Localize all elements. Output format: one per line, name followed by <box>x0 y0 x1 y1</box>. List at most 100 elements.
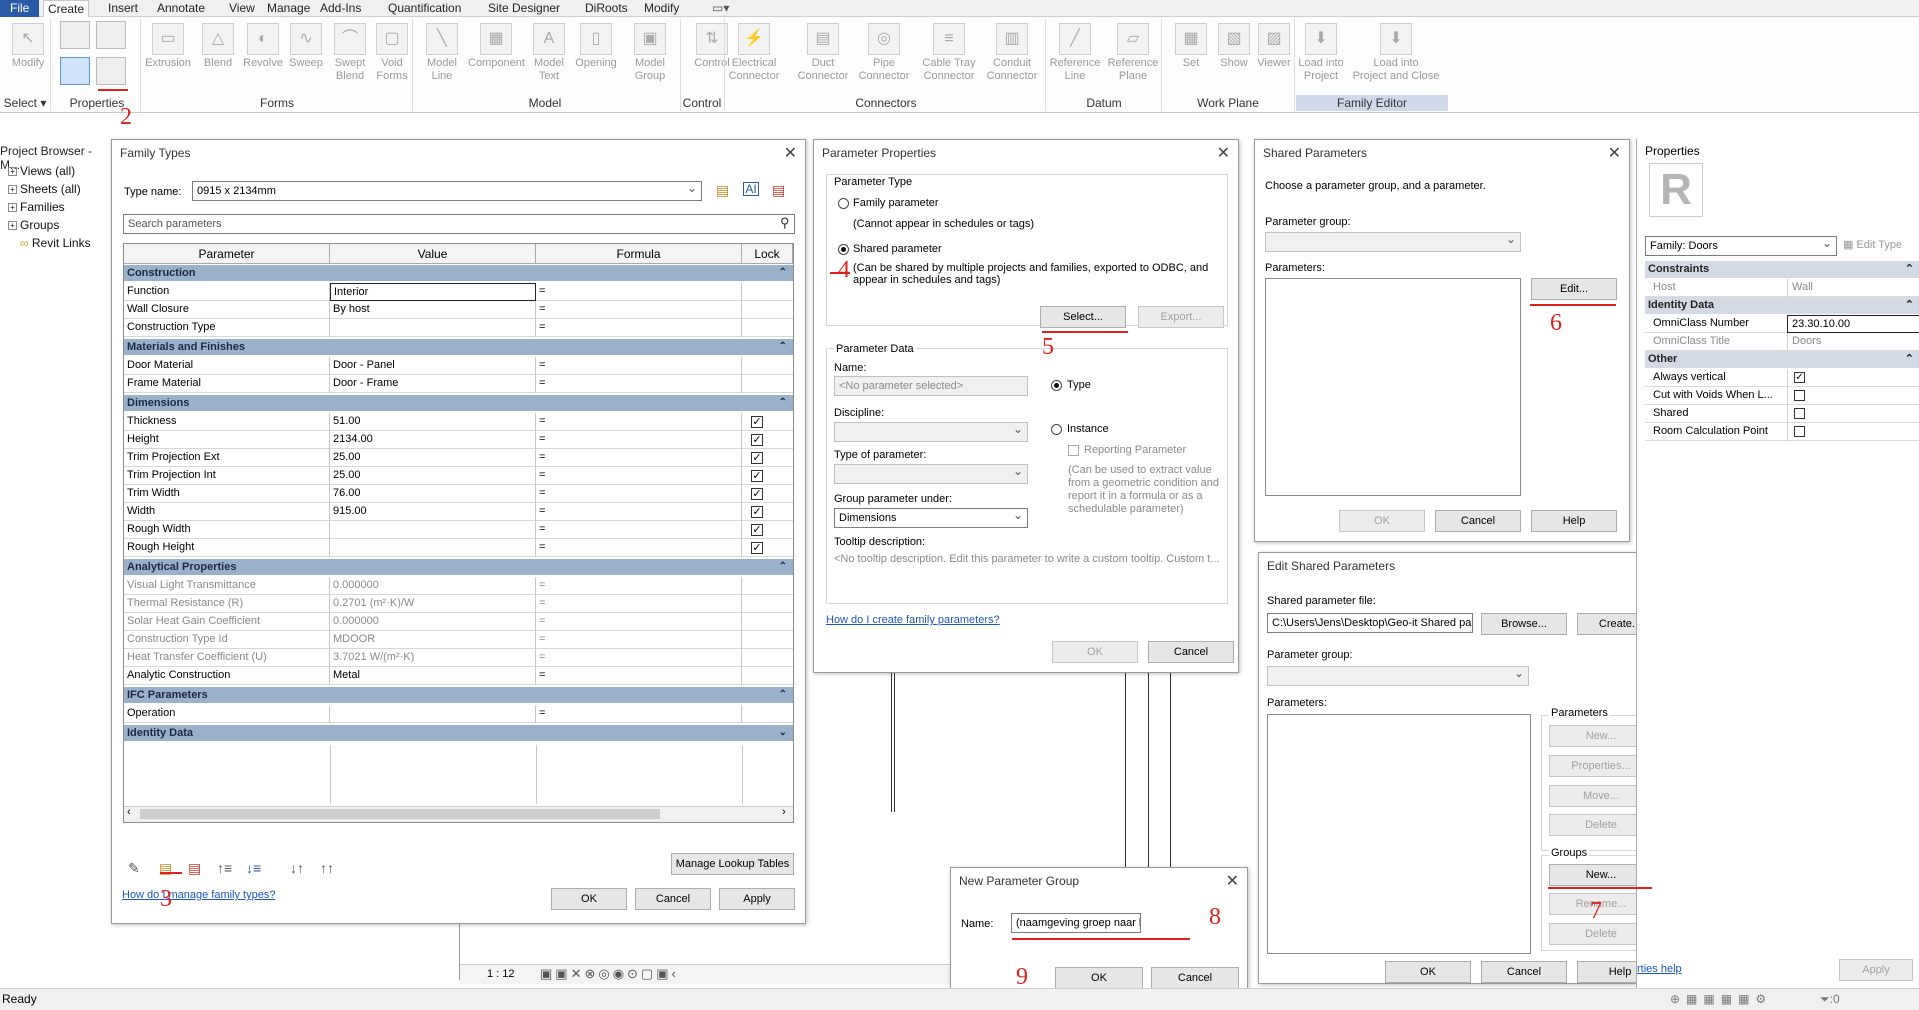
menu-tab-modify[interactable]: Modify <box>640 0 683 17</box>
lock-checkbox[interactable]: ✓ <box>751 470 763 482</box>
parameter-formula[interactable]: = <box>536 649 742 667</box>
section-header-dimensions[interactable]: Dimensions ⌃ <box>124 395 793 411</box>
quick-access-dropdown-icon[interactable]: ▭▾ <box>708 0 733 17</box>
collapse-icon[interactable]: ⌃ <box>1905 261 1914 277</box>
property-checkbox[interactable]: ✓ <box>1794 372 1805 383</box>
collapse-icon[interactable]: ⌃ <box>779 559 787 575</box>
family-type-selector[interactable]: Family: Doors <box>1645 236 1837 256</box>
parameter-value[interactable] <box>330 705 536 723</box>
tree-item-revit-links[interactable]: ∞ Revit Links <box>20 236 91 250</box>
parameter-name[interactable]: Heat Transfer Coefficient (U) <box>124 649 330 667</box>
cancel-button[interactable]: Cancel <box>635 888 711 910</box>
lock-checkbox[interactable]: ✓ <box>751 416 763 428</box>
move-down-icon[interactable]: ↓≡ <box>246 860 261 876</box>
delete-type-icon[interactable]: ▤ <box>772 182 785 199</box>
parameter-value[interactable]: 2134.00 <box>330 431 536 449</box>
parameter-name[interactable]: Wall Closure <box>124 301 330 319</box>
parameter-formula[interactable]: = <box>536 467 742 485</box>
properties-icon[interactable] <box>96 57 126 85</box>
sort-descending-icon[interactable]: ↑↑ <box>320 860 334 876</box>
edit-type-button[interactable]: ▦ Edit Type <box>1843 238 1902 251</box>
tree-item-sheets[interactable]: + Sheets (all) <box>8 182 81 196</box>
close-icon[interactable]: ✕ <box>1217 143 1230 163</box>
parameter-value[interactable] <box>330 319 536 337</box>
parameter-value[interactable]: 0.000000 <box>330 577 536 595</box>
move-up-icon[interactable]: ↑≡ <box>217 860 232 876</box>
apply-button[interactable]: Apply <box>719 888 795 910</box>
parameter-formula[interactable]: = <box>536 503 742 521</box>
menu-tab-quantification[interactable]: Quantification <box>384 0 465 17</box>
parameter-formula[interactable]: = <box>536 521 742 539</box>
parameter-name[interactable]: Analytic Construction <box>124 667 330 685</box>
lock-checkbox[interactable]: ✓ <box>751 434 763 446</box>
menu-tab-insert[interactable]: Insert <box>104 0 142 17</box>
parameter-value[interactable]: 3.7021 W/(m²·K) <box>330 649 536 667</box>
close-icon[interactable]: ✕ <box>784 143 797 163</box>
parameter-formula[interactable]: = <box>536 667 742 685</box>
parameter-name[interactable]: Width <box>124 503 330 521</box>
collapse-icon[interactable]: ⌃ <box>1905 351 1914 367</box>
parameter-name[interactable]: Thermal Resistance (R) <box>124 595 330 613</box>
menu-tab-annotate[interactable]: Annotate <box>153 0 209 17</box>
component-button[interactable]: ▦ Component <box>468 17 525 93</box>
expand-icon[interactable]: ⌄ <box>779 725 787 741</box>
cable-tray-connector-button[interactable]: ≡ Cable Tray Connector <box>921 17 977 93</box>
model-line-button[interactable]: ╲ Model Line <box>414 17 470 93</box>
parameter-value[interactable]: 76.00 <box>330 485 536 503</box>
scroll-right-icon[interactable]: › <box>782 806 786 818</box>
sort-ascending-icon[interactable]: ↓↑ <box>290 860 304 876</box>
ok-button[interactable]: OK <box>1339 510 1425 532</box>
extrusion-button[interactable]: ▭ Extrusion <box>140 17 196 93</box>
parameter-formula[interactable]: = <box>536 485 742 503</box>
parameters-list[interactable] <box>1267 714 1531 954</box>
select-button[interactable]: Select... <box>1040 306 1126 328</box>
create-family-parameters-help-link[interactable]: How do I create family parameters? <box>826 614 1000 626</box>
opening-button[interactable]: ▯ Opening <box>568 17 624 93</box>
parameter-name[interactable]: Rough Height <box>124 539 330 557</box>
lock-checkbox[interactable]: ✓ <box>751 488 763 500</box>
family-types-icon[interactable] <box>60 57 90 85</box>
menu-tab-site-designer[interactable]: Site Designer <box>484 0 564 17</box>
collapse-icon[interactable]: ⌃ <box>779 395 787 411</box>
property-section-other[interactable]: Other ⌃ <box>1645 351 1919 368</box>
collapse-icon[interactable]: ⌃ <box>779 339 787 355</box>
conduit-connector-button[interactable]: ▥ Conduit Connector <box>984 17 1040 93</box>
property-checkbox[interactable] <box>1794 426 1805 437</box>
group-under-select[interactable]: Dimensions <box>834 508 1028 528</box>
parameter-name[interactable]: Solar Heat Gain Coefficient <box>124 613 330 631</box>
parameter-name[interactable]: Construction Type <box>124 319 330 337</box>
ok-button[interactable]: OK <box>551 888 627 910</box>
manage-lookup-tables-button[interactable]: Manage Lookup Tables <box>671 853 794 875</box>
section-header-construction[interactable]: Construction ⌃ <box>124 265 793 281</box>
property-value[interactable]: Doors <box>1787 333 1919 351</box>
search-icon[interactable]: ⚲ <box>780 215 790 231</box>
load-into-project-and-close-button[interactable]: ⬇ Load into Project and Close <box>1346 17 1446 93</box>
shared-parameter-radio[interactable] <box>838 244 849 255</box>
parameter-name[interactable]: Door Material <box>124 357 330 375</box>
ok-button[interactable]: OK <box>1055 967 1143 989</box>
cancel-button[interactable]: Cancel <box>1148 641 1234 663</box>
edit-button[interactable]: Edit... <box>1531 278 1617 300</box>
parameter-group-select[interactable] <box>1267 666 1529 686</box>
parameter-formula[interactable]: = <box>536 283 742 301</box>
parameter-value[interactable]: 915.00 <box>330 503 536 521</box>
family-category-icon[interactable] <box>96 21 126 49</box>
browse-button[interactable]: Browse... <box>1481 613 1567 635</box>
tree-item-views[interactable]: + Views (all) <box>8 164 75 178</box>
parameter-formula[interactable]: = <box>536 595 742 613</box>
parameter-formula[interactable]: = <box>536 539 742 557</box>
parameter-name[interactable]: Thickness <box>124 413 330 431</box>
column-header-formula[interactable]: Formula <box>536 244 742 264</box>
parameter-formula[interactable]: = <box>536 631 742 649</box>
parameter-value[interactable]: MDOOR <box>330 631 536 649</box>
delete-parameter-icon[interactable]: ▤ <box>188 860 201 877</box>
parameter-formula[interactable]: = <box>536 577 742 595</box>
instance-radio[interactable] <box>1051 424 1062 435</box>
parameter-formula[interactable]: = <box>536 375 742 393</box>
parameter-value[interactable]: Metal <box>330 667 536 685</box>
parameter-formula[interactable]: = <box>536 301 742 319</box>
property-section-identity-data[interactable]: Identity Data ⌃ <box>1645 297 1919 314</box>
menu-tab-manage[interactable]: Manage <box>263 0 314 17</box>
close-icon[interactable]: ✕ <box>1226 871 1239 891</box>
reference-line-button[interactable]: ╱ Reference Line <box>1047 17 1103 93</box>
